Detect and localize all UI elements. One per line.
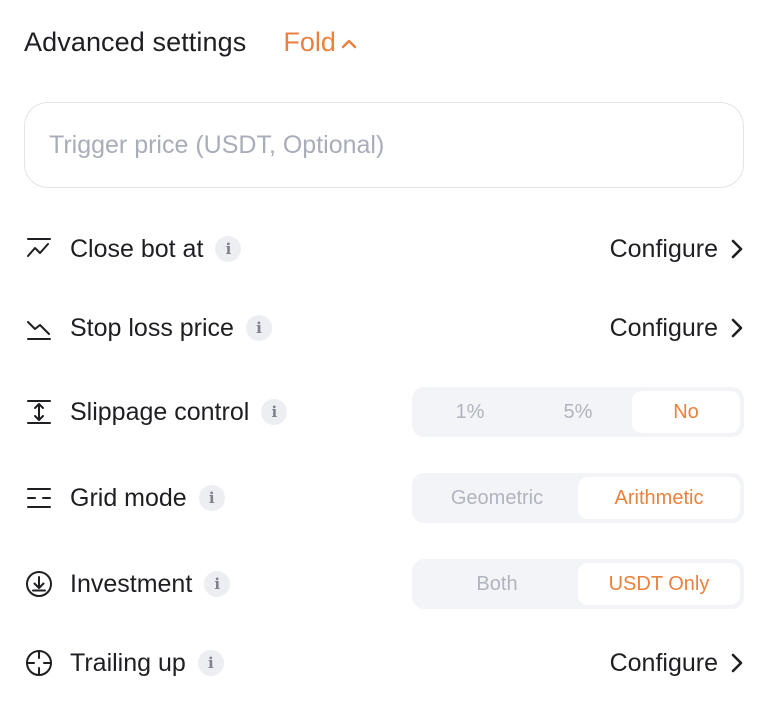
investment-row: Investment i Both USDT Only (24, 559, 744, 609)
fold-toggle[interactable]: Fold (283, 27, 357, 58)
stop-loss-label: Stop loss price (70, 313, 234, 342)
slippage-option-5[interactable]: 5% (524, 391, 632, 433)
chevron-right-icon (731, 239, 743, 259)
investment-label: Investment (70, 569, 193, 598)
trailing-up-configure-button[interactable]: Configure (610, 649, 744, 678)
chevron-up-icon (341, 39, 357, 48)
grid-mode-geometric[interactable]: Geometric (416, 477, 578, 519)
configure-label: Configure (609, 234, 718, 263)
stop-loss-configure-button[interactable]: Configure (610, 314, 744, 343)
close-bot-configure-button[interactable]: Configure (610, 235, 744, 264)
info-icon[interactable]: i (198, 485, 225, 511)
chevron-right-icon (731, 653, 743, 673)
slippage-segmented-control: 1% 5% No (412, 387, 744, 437)
close-bot-label: Close bot at (70, 234, 204, 263)
trigger-price-input[interactable] (24, 102, 744, 188)
slippage-option-1[interactable]: 1% (416, 391, 524, 433)
slippage-row: Slippage control i 1% 5% No (24, 387, 744, 437)
slippage-icon (24, 397, 54, 427)
info-icon[interactable]: i (204, 571, 231, 597)
close-bot-row[interactable]: Close bot at i Configure (24, 224, 744, 274)
chart-down-icon (24, 313, 54, 343)
advanced-settings-header: Advanced settings Fold (24, 22, 357, 62)
fold-label: Fold (283, 26, 336, 57)
info-icon[interactable]: i (197, 650, 224, 676)
trailing-up-row[interactable]: Trailing up i Configure (24, 638, 744, 688)
section-title: Advanced settings (24, 26, 247, 57)
chart-up-icon (24, 234, 54, 264)
slippage-option-no[interactable]: No (632, 391, 740, 433)
info-icon[interactable]: i (245, 315, 272, 341)
investment-usdt-only[interactable]: USDT Only (578, 563, 740, 605)
configure-label: Configure (609, 313, 718, 342)
grid-mode-label: Grid mode (70, 483, 187, 512)
investment-both[interactable]: Both (416, 563, 578, 605)
info-icon[interactable]: i (261, 399, 288, 425)
grid-mode-arithmetic[interactable]: Arithmetic (578, 477, 740, 519)
investment-segmented-control: Both USDT Only (412, 559, 744, 609)
chevron-right-icon (731, 318, 743, 338)
crosshair-icon (24, 648, 54, 678)
slippage-label: Slippage control (70, 397, 250, 426)
info-icon[interactable]: i (215, 236, 242, 262)
grid-mode-row: Grid mode i Geometric Arithmetic (24, 473, 744, 523)
grid-lines-icon (24, 483, 54, 513)
download-circle-icon (24, 569, 54, 599)
trailing-up-label: Trailing up (70, 648, 186, 677)
grid-mode-segmented-control: Geometric Arithmetic (412, 473, 744, 523)
stop-loss-row[interactable]: Stop loss price i Configure (24, 303, 744, 353)
configure-label: Configure (609, 648, 718, 677)
